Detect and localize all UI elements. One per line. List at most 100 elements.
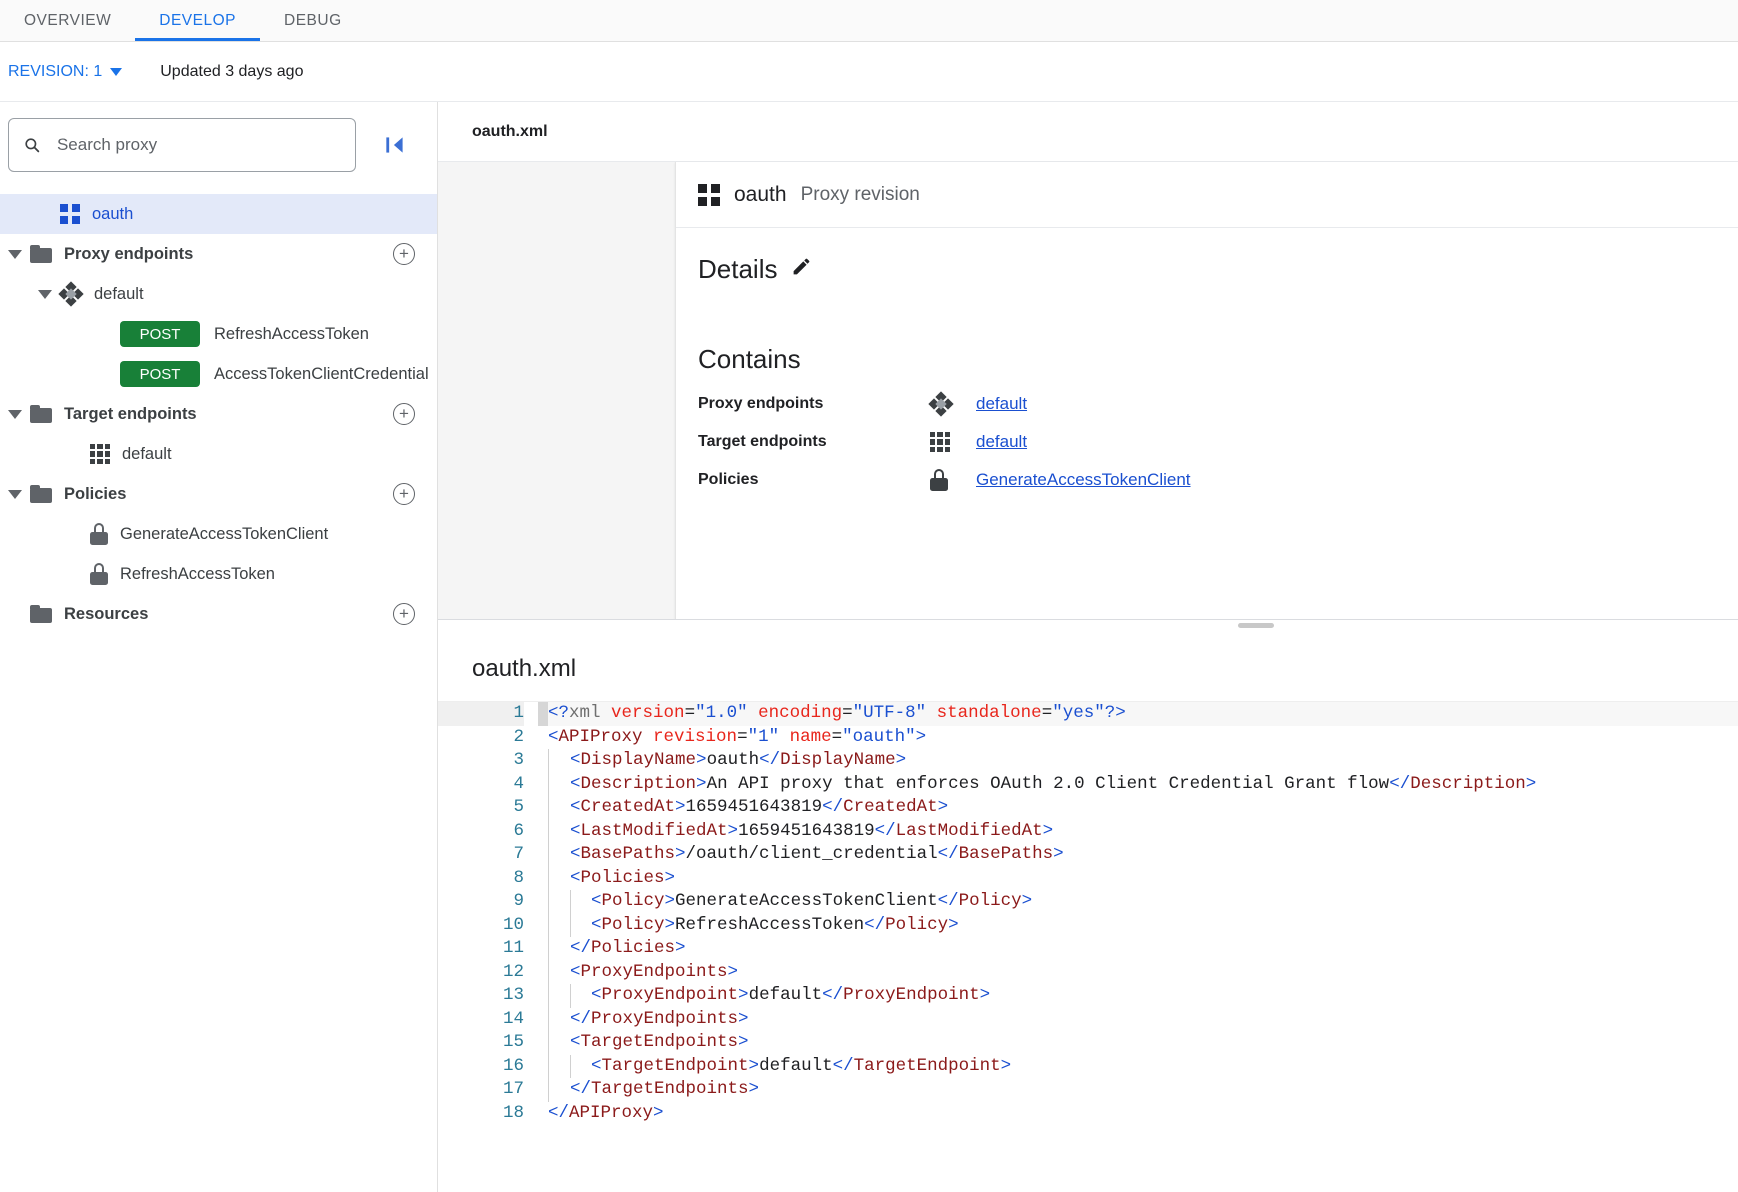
detail-file-title: oauth.xml: [438, 102, 1738, 162]
add-resources-icon[interactable]: +: [393, 603, 415, 625]
contains-row: Target endpoints default: [698, 432, 1716, 452]
line-number: 10: [438, 914, 524, 938]
add-proxy-endpoints-icon[interactable]: +: [393, 243, 415, 265]
code-line[interactable]: <CreatedAt>1659451643819</CreatedAt>: [548, 796, 1738, 820]
tree-item-proxy-endpoints[interactable]: Proxy endpoints +: [0, 234, 437, 274]
proxy-squares-icon: [698, 184, 720, 206]
line-number: 18: [438, 1102, 524, 1126]
search-proxy-box[interactable]: [8, 118, 356, 172]
detail-area: oauth.xml oauth Proxy revision Details: [438, 102, 1738, 619]
top-tab-bar: OVERVIEWDEVELOPDEBUG: [0, 0, 1738, 42]
tree-item-label: AccessTokenClientCredential: [214, 365, 429, 384]
editor-file-title: oauth.xml: [438, 633, 1738, 701]
pencil-icon[interactable]: [791, 256, 812, 283]
line-number: 11: [438, 937, 524, 961]
card-header: oauth Proxy revision: [676, 162, 1738, 228]
tree-item-label: GenerateAccessTokenClient: [120, 525, 328, 544]
tree-item-label: default: [122, 445, 172, 464]
lock-icon: [90, 563, 108, 585]
search-row: [0, 118, 437, 172]
code-line[interactable]: </APIProxy>: [548, 1102, 1738, 1126]
line-number: 16: [438, 1055, 524, 1079]
folder-icon: [30, 245, 52, 263]
details-heading-row: Details: [698, 254, 1716, 285]
code-line[interactable]: </TargetEndpoints>: [548, 1078, 1738, 1102]
updated-timestamp: Updated 3 days ago: [160, 63, 303, 81]
tree-item-default[interactable]: default: [0, 274, 437, 314]
tree-item-refreshaccesstoken[interactable]: RefreshAccessToken: [0, 554, 437, 594]
code-line[interactable]: <Description>An API proxy that enforces …: [548, 773, 1738, 797]
code-line[interactable]: <Policy>RefreshAccessToken</Policy>: [548, 914, 1738, 938]
panel-splitter[interactable]: [438, 619, 1738, 633]
tree-item-policies[interactable]: Policies+: [0, 474, 437, 514]
line-number: 2: [438, 726, 524, 750]
proxy-tree-panel: oauthProxy endpoints+defaultPOSTRefreshA…: [0, 102, 438, 1192]
tree-item-label: RefreshAccessToken: [120, 565, 275, 584]
code-line[interactable]: </ProxyEndpoints>: [548, 1008, 1738, 1032]
tree-item-label: Proxy endpoints: [64, 245, 193, 264]
diamonds-icon: [930, 393, 976, 415]
line-number: 4: [438, 773, 524, 797]
twisty-expanded-icon[interactable]: [30, 290, 60, 299]
code-line[interactable]: <BasePaths>/oauth/client_credential</Bas…: [548, 843, 1738, 867]
contains-link[interactable]: GenerateAccessTokenClient: [976, 470, 1191, 490]
line-number: 13: [438, 984, 524, 1008]
folder-icon: [30, 405, 52, 423]
code-view[interactable]: 123456789101112131415161718 <?xml versio…: [438, 701, 1738, 1192]
code-line[interactable]: <ProxyEndpoint>default</ProxyEndpoint>: [548, 984, 1738, 1008]
contains-key: Proxy endpoints: [698, 395, 930, 413]
collapse-left-icon[interactable]: [382, 132, 408, 158]
code-lines[interactable]: <?xml version="1.0" encoding="UTF-8" sta…: [538, 702, 1738, 1192]
line-number: 9: [438, 890, 524, 914]
tree-item-accesstokenclientcredential[interactable]: POST AccessTokenClientCredential: [0, 354, 437, 394]
tree-item-resources[interactable]: Resources +: [0, 594, 437, 634]
code-line[interactable]: </Policies>: [548, 937, 1738, 961]
tree-item-refreshaccesstoken[interactable]: POSTRefreshAccessToken: [0, 314, 437, 354]
tree-item-label: RefreshAccessToken: [214, 325, 369, 344]
http-verb-badge: POST: [120, 361, 200, 387]
splitter-handle[interactable]: [1238, 623, 1274, 628]
lock-icon: [90, 523, 108, 545]
tree-item-label: Resources: [64, 605, 148, 624]
tab-debug[interactable]: DEBUG: [260, 0, 366, 41]
proxy-revision-card: oauth Proxy revision Details: [675, 162, 1738, 619]
tree-item-target-endpoints[interactable]: Target endpoints+: [0, 394, 437, 434]
line-number-gutter: 123456789101112131415161718: [438, 702, 538, 1192]
code-line[interactable]: <LastModifiedAt>1659451643819</LastModif…: [548, 820, 1738, 844]
folder-icon: [30, 605, 52, 623]
lock-icon: [930, 469, 976, 491]
tree-item-label: default: [94, 285, 144, 304]
code-editor: oauth.xml 123456789101112131415161718 <?…: [438, 633, 1738, 1192]
main-split: oauthProxy endpoints+defaultPOSTRefreshA…: [0, 102, 1738, 1192]
proxy-tree: oauthProxy endpoints+defaultPOSTRefreshA…: [0, 194, 437, 634]
revision-label: REVISION: 1: [8, 63, 102, 81]
code-line[interactable]: <TargetEndpoints>: [548, 1031, 1738, 1055]
twisty-expanded-icon[interactable]: [0, 250, 30, 259]
tab-develop[interactable]: DEVELOP: [135, 0, 260, 41]
twisty-expanded-icon[interactable]: [0, 490, 30, 499]
chevron-down-icon: [110, 68, 122, 76]
add-target-endpoints-icon[interactable]: +: [393, 403, 415, 425]
twisty-expanded-icon[interactable]: [0, 410, 30, 419]
code-line[interactable]: <Policy>GenerateAccessTokenClient</Polic…: [548, 890, 1738, 914]
contains-key: Target endpoints: [698, 433, 930, 451]
code-line[interactable]: <APIProxy revision="1" name="oauth">: [548, 726, 1738, 750]
code-line[interactable]: <ProxyEndpoints>: [548, 961, 1738, 985]
tree-item-generateaccesstokenclient[interactable]: GenerateAccessTokenClient: [0, 514, 437, 554]
tree-item-default[interactable]: default: [0, 434, 437, 474]
contains-heading: Contains: [698, 344, 1716, 375]
add-policies-icon[interactable]: +: [393, 483, 415, 505]
code-line[interactable]: <?xml version="1.0" encoding="UTF-8" sta…: [548, 702, 1738, 726]
code-line[interactable]: <TargetEndpoint>default</TargetEndpoint>: [548, 1055, 1738, 1079]
tab-overview[interactable]: OVERVIEW: [0, 0, 135, 41]
line-number: 12: [438, 961, 524, 985]
grid9-icon: [90, 444, 110, 464]
code-line[interactable]: <DisplayName>oauth</DisplayName>: [548, 749, 1738, 773]
tree-item-oauth[interactable]: oauth: [0, 194, 437, 234]
contains-link[interactable]: default: [976, 432, 1027, 452]
revision-selector[interactable]: REVISION: 1: [8, 63, 122, 81]
contains-link[interactable]: default: [976, 394, 1027, 414]
search-input[interactable]: [55, 134, 341, 156]
card-proxy-name: oauth: [734, 183, 787, 207]
code-line[interactable]: <Policies>: [548, 867, 1738, 891]
